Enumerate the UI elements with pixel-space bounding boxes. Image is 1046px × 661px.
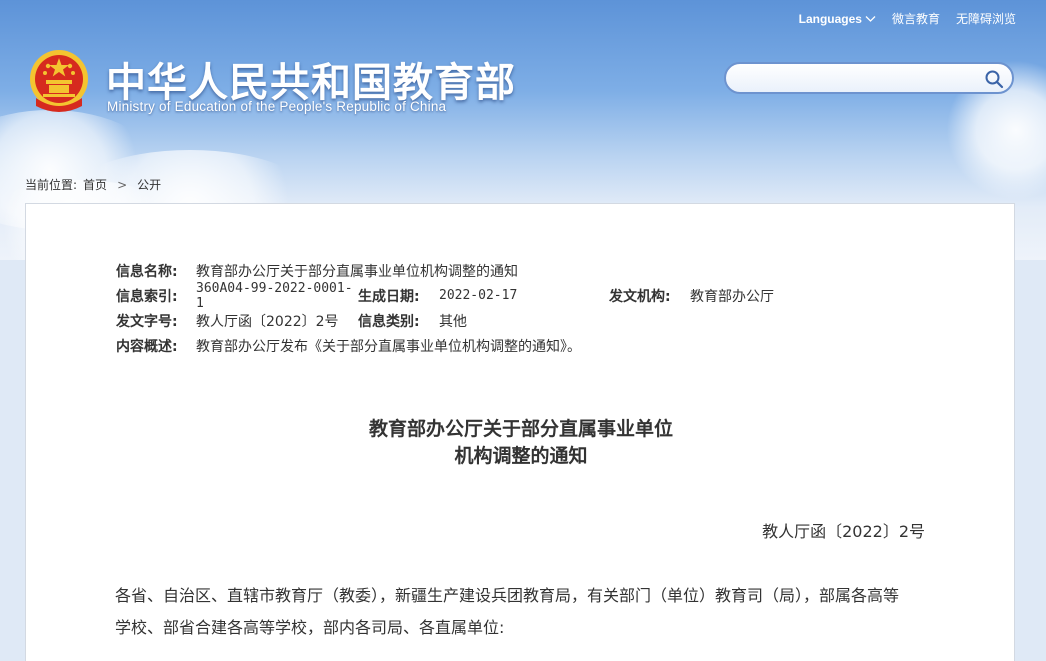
meta-docno-value: 教人厅函〔2022〕2号: [196, 313, 339, 330]
meta-index-value: 360A04-99-2022-0001-1: [196, 280, 353, 311]
document-title: 教育部办公厅关于部分直属事业单位 机构调整的通知: [26, 416, 1016, 470]
meta-org-value: 教育部办公厅: [690, 288, 774, 305]
meta-row-name: 信息名称: 教育部办公厅关于部分直属事业单位机构调整的通知: [116, 258, 774, 283]
content-panel: 信息名称: 教育部办公厅关于部分直属事业单位机构调整的通知 信息索引: 360A…: [25, 203, 1015, 661]
meta-row-docno: 发文字号: 教人厅函〔2022〕2号 信息类别: 其他: [116, 308, 774, 333]
document-body: 各省、自治区、直辖市教育厅（教委），新疆生产建设兵团教育局，有关部门（单位）教育…: [115, 580, 930, 644]
breadcrumb-separator: >: [117, 177, 128, 192]
meta-name-value: 教育部办公厅关于部分直属事业单位机构调整的通知: [196, 263, 518, 280]
breadcrumb-current-link[interactable]: 公开: [137, 176, 161, 193]
breadcrumb-home-link[interactable]: 首页: [83, 176, 107, 193]
document-title-line: 教育部办公厅关于部分直属事业单位: [368, 418, 673, 440]
meta-row-index: 信息索引: 360A04-99-2022-0001-1 生成日期: 2022-0…: [116, 280, 774, 311]
breadcrumb-prefix: 当前位置:: [25, 178, 78, 192]
meta-index-label: 信息索引:: [116, 288, 178, 305]
top-links: Languages 微言教育 无障碍浏览: [799, 10, 1016, 27]
accessibility-link[interactable]: 无障碍浏览: [956, 10, 1016, 27]
meta-date-label: 生成日期:: [358, 288, 420, 305]
meta-date-value: 2022-02-17: [439, 288, 518, 303]
national-emblem-icon: [30, 50, 88, 112]
meta-name-label: 信息名称:: [116, 263, 178, 280]
meta-row-summary: 内容概述: 教育部办公厅发布《关于部分直属事业单位机构调整的通知》。: [116, 333, 774, 358]
meta-summary-label: 内容概述:: [116, 338, 178, 355]
meta-summary-value: 教育部办公厅发布《关于部分直属事业单位机构调整的通知》。: [196, 338, 581, 355]
meta-org-label: 发文机构:: [609, 288, 671, 305]
chevron-down-icon: [865, 15, 876, 22]
search-icon[interactable]: [984, 69, 1004, 89]
document-body-line: 学校、部省合建各高等学校，部内各司局、各直属单位:: [115, 618, 505, 637]
meta-category-label: 信息类别:: [358, 313, 420, 330]
document-number: 教人厅函〔2022〕2号: [762, 522, 925, 541]
site-subtitle: Ministry of Education of the People's Re…: [107, 99, 447, 114]
document-body-line: 各省、自治区、直辖市教育厅（教委），新疆生产建设兵团教育局，有关部门（单位）教育…: [115, 586, 900, 605]
breadcrumb: 当前位置: 首页 > 公开: [25, 176, 161, 193]
search-input[interactable]: [740, 68, 980, 88]
meta-docno-label: 发文字号:: [116, 313, 178, 330]
meta-category-value: 其他: [439, 313, 467, 330]
languages-label: Languages: [798, 11, 862, 26]
document-metadata: 信息名称: 教育部办公厅关于部分直属事业单位机构调整的通知 信息索引: 360A…: [116, 258, 774, 358]
languages-menu[interactable]: Languages: [799, 12, 876, 26]
document-title-line: 机构调整的通知: [454, 445, 588, 467]
search-box: [724, 62, 1014, 94]
weibo-link[interactable]: 微言教育: [892, 10, 940, 27]
